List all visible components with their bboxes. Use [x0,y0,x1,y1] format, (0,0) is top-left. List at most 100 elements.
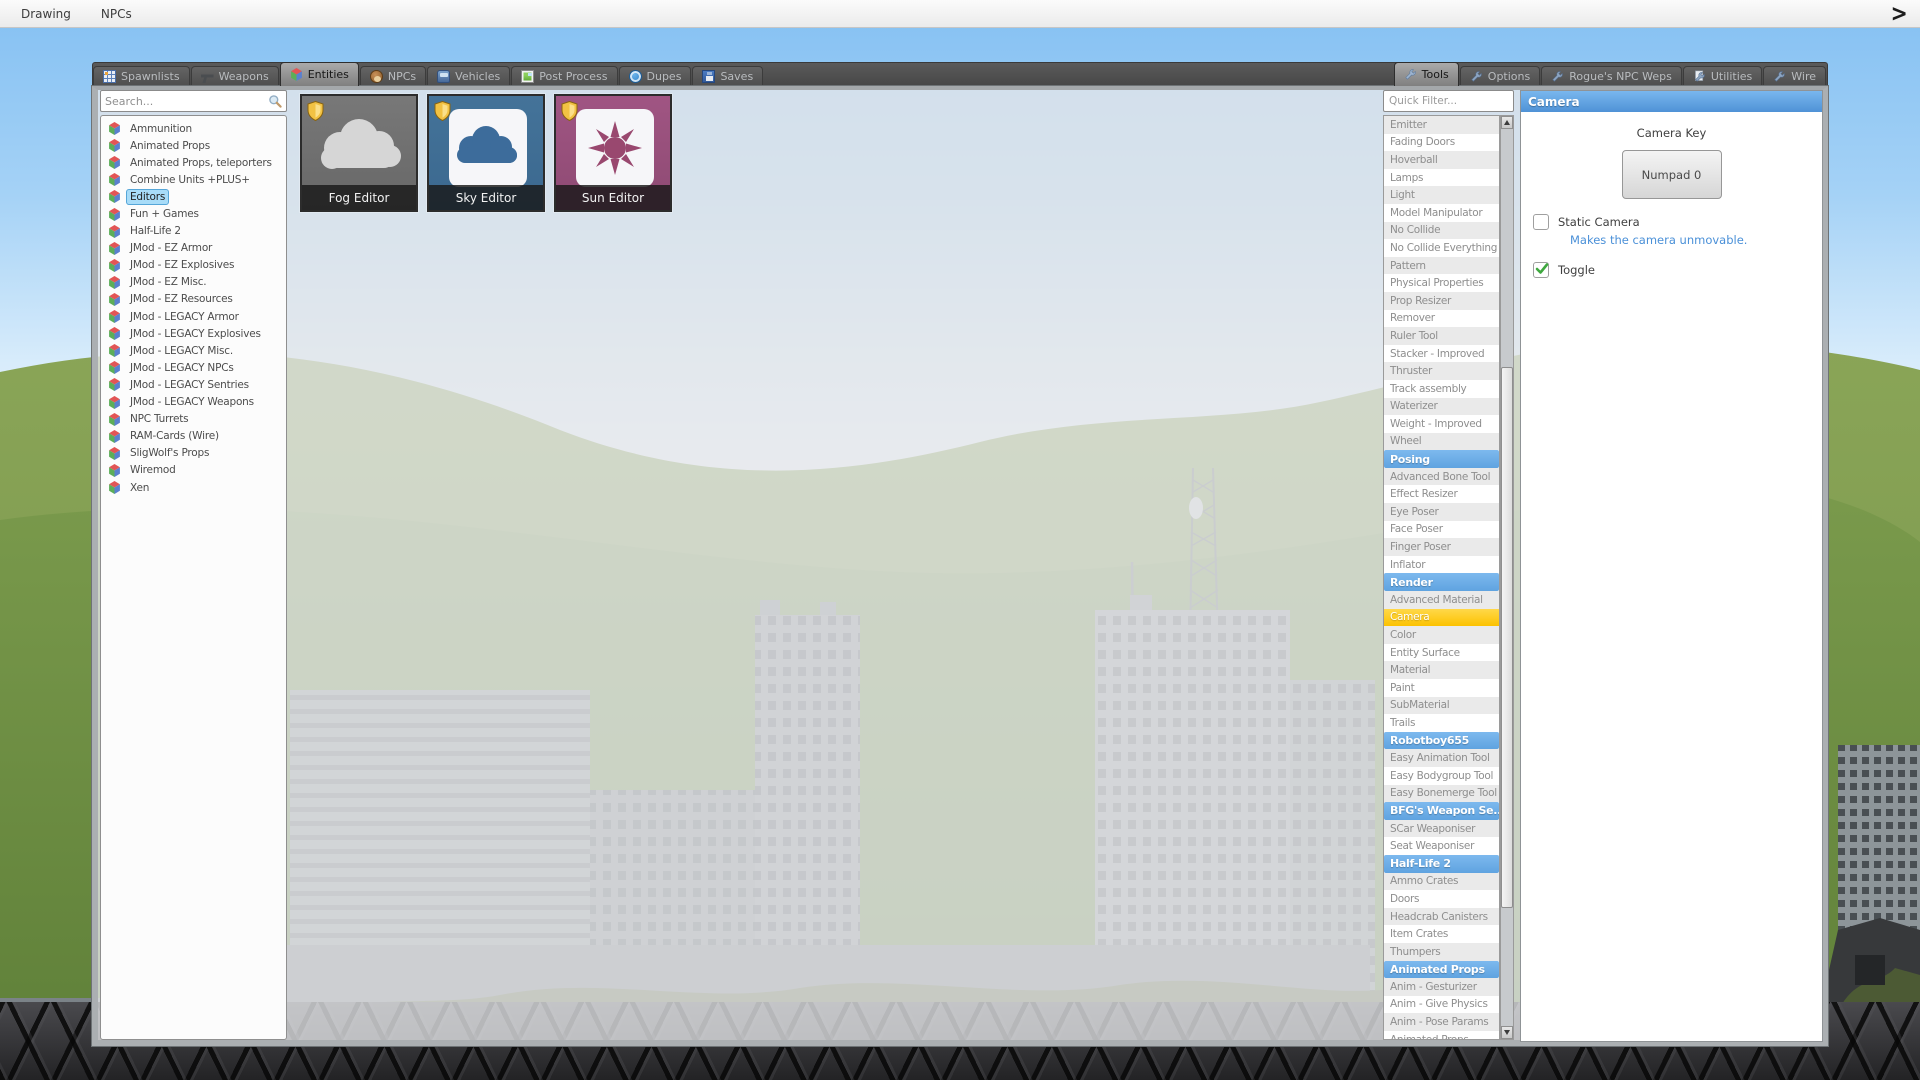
category-row[interactable]: JMod - LEGACY Sentries [101,376,286,393]
tool-row[interactable]: Camera [1384,609,1499,627]
tool-row[interactable]: Animated Props [1384,961,1499,979]
tool-row[interactable]: Item Crates [1384,925,1499,943]
category-row[interactable]: RAM-Cards (Wire) [101,428,286,445]
tab-npcs[interactable]: NPCs [360,66,426,86]
tool-row[interactable]: Headcrab Canisters [1384,908,1499,926]
category-row[interactable]: JMod - LEGACY Explosives [101,325,286,342]
category-row[interactable]: Half-Life 2 [101,223,286,240]
tab-wire[interactable]: Wire [1763,66,1826,86]
tool-row[interactable]: Doors [1384,890,1499,908]
tool-row[interactable]: Trails [1384,714,1499,732]
tool-row[interactable]: Anim - Give Physics [1384,996,1499,1014]
category-row[interactable]: SligWolf's Props [101,445,286,462]
tool-row[interactable]: Easy Bodygroup Tool [1384,767,1499,785]
tool-row[interactable]: Color [1384,626,1499,644]
quick-filter-input[interactable] [1384,95,1526,107]
entity-fog-editor[interactable]: Fog Editor [300,94,418,212]
category-row[interactable]: JMod - EZ Resources [101,291,286,308]
category-row[interactable]: JMod - LEGACY Weapons [101,394,286,411]
tool-row[interactable]: Thumpers [1384,943,1499,961]
category-row[interactable]: Editors [101,188,286,205]
scrollbar-thumb[interactable] [1501,367,1513,908]
tool-row[interactable]: Entity Surface [1384,644,1499,662]
category-row[interactable]: Combine Units +PLUS+ [101,171,286,188]
tool-row[interactable]: Track assembly [1384,380,1499,398]
tool-row[interactable]: Advanced Bone Tool [1384,468,1499,486]
tab-post-process[interactable]: Post Process [511,66,617,86]
tool-row[interactable]: Seat Weaponiser [1384,837,1499,855]
menu-item-npcs[interactable]: NPCs [86,0,147,27]
tab-dupes[interactable]: Dupes [619,66,692,86]
tool-row[interactable]: Weight - Improved [1384,415,1499,433]
tool-row[interactable]: Face Poser [1384,521,1499,539]
tab-vehicles[interactable]: Vehicles [427,66,510,86]
tool-row[interactable]: SubMaterial [1384,697,1499,715]
tool-row[interactable]: Model Manipulator [1384,204,1499,222]
category-row[interactable]: Ammunition [101,120,286,137]
category-row[interactable]: JMod - EZ Armor [101,240,286,257]
category-row[interactable]: Xen [101,479,286,496]
tool-row[interactable]: Animated Props [1384,1031,1499,1040]
tool-row[interactable]: Fading Doors [1384,134,1499,152]
tool-row[interactable]: Ruler Tool [1384,327,1499,345]
tool-row[interactable]: Paint [1384,679,1499,697]
category-row[interactable]: JMod - LEGACY Misc. [101,342,286,359]
toggle-checkbox[interactable] [1533,262,1549,278]
tool-row[interactable]: Half-Life 2 [1384,855,1499,873]
tool-row[interactable]: Lamps [1384,169,1499,187]
tool-row[interactable]: No Collide Everything [1384,239,1499,257]
tool-row[interactable]: Wheel [1384,433,1499,451]
tab-spawnlists[interactable]: Spawnlists [93,66,190,86]
tool-row[interactable]: Posing [1384,450,1499,468]
tool-row[interactable]: Anim - Gesturizer [1384,978,1499,996]
tool-row[interactable]: Pattern [1384,257,1499,275]
tool-row[interactable]: Easy Animation Tool [1384,749,1499,767]
tool-row[interactable]: Thruster [1384,362,1499,380]
tool-row[interactable]: Prop Resizer [1384,292,1499,310]
tool-row[interactable]: Emitter [1384,116,1499,134]
tool-row[interactable]: Remover [1384,310,1499,328]
camera-key-button[interactable]: Numpad 0 [1622,150,1722,199]
tool-row[interactable]: Waterizer [1384,398,1499,416]
category-row[interactable]: Animated Props [101,137,286,154]
category-row[interactable]: JMod - EZ Explosives [101,257,286,274]
tool-row[interactable]: Stacker - Improved [1384,345,1499,363]
tool-row[interactable]: Finger Poser [1384,538,1499,556]
tool-row[interactable]: Ammo Crates [1384,873,1499,891]
category-row[interactable]: Wiremod [101,462,286,479]
tab-entities[interactable]: Entities [280,62,359,86]
tool-row[interactable]: Material [1384,661,1499,679]
tool-row[interactable]: No Collide [1384,222,1499,240]
category-row[interactable]: Animated Props, teleporters [101,154,286,171]
tool-row[interactable]: Advanced Material [1384,591,1499,609]
entity-sun-editor[interactable]: Sun Editor [554,94,672,212]
category-row[interactable]: JMod - EZ Misc. [101,274,286,291]
tool-row[interactable]: Light [1384,186,1499,204]
category-row[interactable]: JMod - LEGACY NPCs [101,359,286,376]
tool-row[interactable]: Render [1384,573,1499,591]
tool-row[interactable]: Effect Resizer [1384,485,1499,503]
entity-sky-editor[interactable]: Sky Editor [427,94,545,212]
tool-row[interactable]: Hoverball [1384,151,1499,169]
menu-overflow-arrow[interactable]: > [1890,0,1907,27]
category-row[interactable]: NPC Turrets [101,411,286,428]
tool-row[interactable]: SCar Weaponiser [1384,820,1499,838]
static-camera-checkbox[interactable] [1533,214,1549,230]
tool-row[interactable]: Easy Bonemerge Tool [1384,785,1499,803]
tool-row[interactable]: Robotboy655 [1384,732,1499,750]
tool-row[interactable]: Eye Poser [1384,503,1499,521]
tab-weapons[interactable]: Weapons [191,66,279,86]
scroll-down-button[interactable] [1501,1026,1513,1039]
search-input[interactable] [101,95,268,108]
tab-utilities[interactable]: Utilities [1683,66,1762,86]
tab-saves[interactable]: Saves [692,66,763,86]
tool-row[interactable]: Physical Properties [1384,274,1499,292]
tab-tools[interactable]: Tools [1394,62,1459,86]
scroll-up-button[interactable] [1501,116,1513,129]
tool-row[interactable]: Inflator [1384,556,1499,574]
tab-rogues-npc-weps[interactable]: Rogue's NPC Weps [1541,66,1682,86]
category-row[interactable]: Fun + Games [101,205,286,222]
category-row[interactable]: JMod - LEGACY Armor [101,308,286,325]
tab-options[interactable]: Options [1460,66,1540,86]
tool-row[interactable]: BFG's Weapon Se... [1384,802,1499,820]
